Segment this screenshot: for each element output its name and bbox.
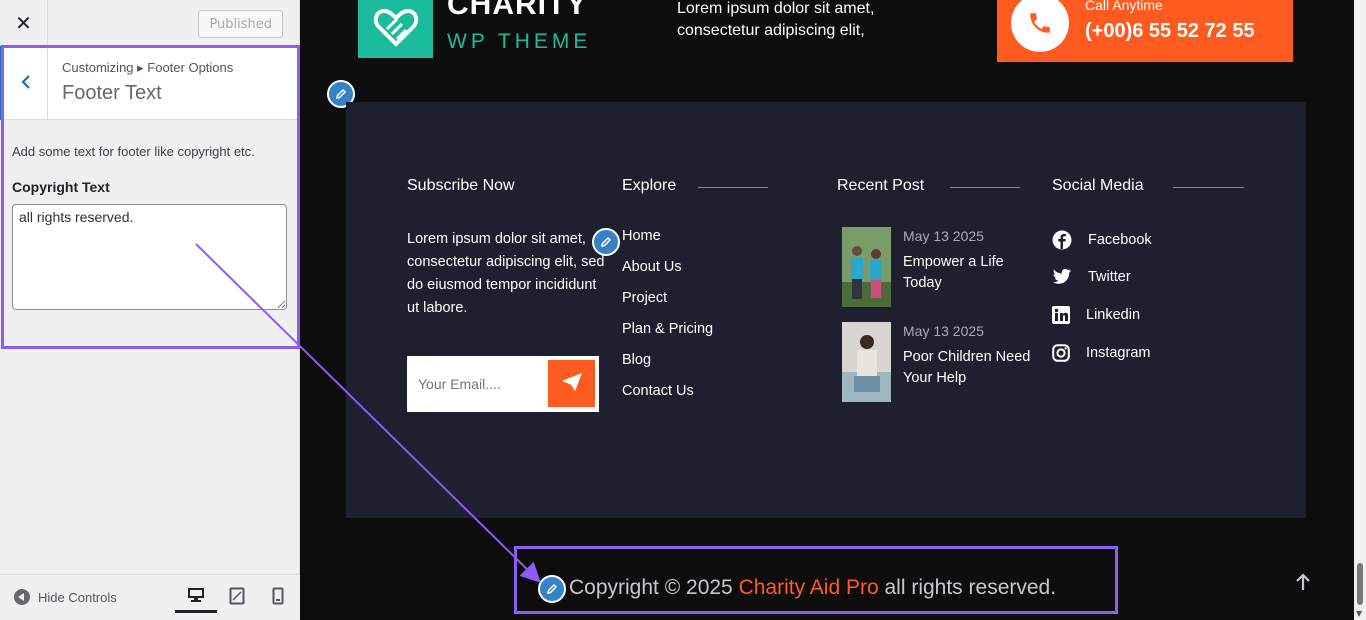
post-thumbnail[interactable]	[842, 227, 891, 307]
explore-title-rule	[698, 187, 768, 188]
email-input[interactable]	[407, 356, 547, 412]
copyright-prefix: Copyright © 2025	[569, 576, 733, 599]
explore-title: Explore	[622, 177, 677, 194]
customizer-panel: ✕ Published Customizing ▸ Footer Options…	[0, 0, 300, 620]
call-number: (+00)6 55 52 72 55	[1085, 20, 1255, 42]
social-label: Linkedin	[1086, 307, 1141, 323]
social-media-title: Social Media	[1052, 177, 1144, 194]
paper-plane-icon	[561, 372, 582, 395]
linkedin-icon	[1052, 306, 1070, 324]
social-label: Facebook	[1088, 232, 1152, 248]
arrow-up-icon	[1295, 572, 1311, 597]
social-label: Instagram	[1086, 345, 1151, 361]
subscribe-form	[407, 356, 599, 412]
publish-button[interactable]: Published	[198, 10, 283, 38]
pencil-icon	[335, 85, 347, 104]
section-header: Customizing ▸ Footer Options Footer Text	[0, 46, 299, 120]
recent-post-title-rule	[950, 187, 1020, 188]
footer-link-blog[interactable]: Blog	[622, 352, 651, 368]
phone-icon	[1011, 0, 1069, 52]
preview-scrollbar[interactable]: ▼	[1354, 0, 1366, 620]
pencil-icon	[546, 580, 558, 599]
tablet-icon	[229, 587, 245, 609]
social-label: Twitter	[1088, 269, 1131, 285]
scrollbar-thumb[interactable]	[1357, 563, 1363, 605]
back-button[interactable]	[0, 46, 48, 120]
twitter-icon	[1052, 268, 1072, 286]
subscribe-text: Lorem ipsum dolor sit amet, consectetur …	[407, 231, 605, 316]
header-text: Lorem ipsum dolor sit amet, consectetur …	[677, 0, 875, 39]
call-label: Call Anytime	[1085, 0, 1163, 13]
device-desktop-button[interactable]	[175, 583, 217, 613]
device-mobile-button[interactable]	[257, 583, 299, 613]
section-description: Add some text for footer like copyright …	[12, 144, 255, 159]
social-link-twitter[interactable]: Twitter	[1052, 268, 1131, 286]
footer-link-about[interactable]: About Us	[622, 259, 682, 275]
desktop-icon	[187, 587, 205, 607]
close-button[interactable]: ✕	[0, 0, 48, 46]
social-link-facebook[interactable]: Facebook	[1052, 230, 1152, 250]
instagram-icon	[1052, 344, 1070, 362]
customizer-header: ✕ Published	[0, 0, 299, 46]
footer-link-contact[interactable]: Contact Us	[622, 383, 694, 399]
breadcrumb: Customizing ▸ Footer Options	[62, 60, 234, 75]
post-thumbnail[interactable]	[842, 322, 891, 402]
copyright-text-field[interactable]: all rights reserved.	[12, 204, 287, 310]
footer-link-pricing[interactable]: Plan & Pricing	[622, 321, 713, 337]
logo-subtitle: WP THEME	[447, 30, 592, 53]
edit-shortcut-button[interactable]	[538, 575, 566, 603]
footer-widgets: Subscribe Now Lorem ipsum dolor sit amet…	[346, 102, 1306, 518]
logo-title: CHARITY	[447, 0, 588, 21]
collapse-icon	[14, 589, 30, 605]
customizer-footer: Hide Controls	[0, 574, 300, 620]
copyright-suffix: all rights reserved.	[884, 576, 1057, 599]
send-button[interactable]	[548, 360, 595, 407]
post-date: May 13 2025	[903, 228, 984, 244]
subscribe-title: Subscribe Now	[407, 177, 515, 194]
social-link-instagram[interactable]: Instagram	[1052, 344, 1150, 362]
footer-link-home[interactable]: Home	[622, 228, 661, 244]
pencil-icon	[600, 233, 612, 252]
device-tablet-button[interactable]	[216, 583, 258, 613]
section-title: Footer Text	[62, 82, 162, 104]
post-date: May 13 2025	[903, 323, 984, 339]
social-media-title-rule	[1173, 187, 1244, 188]
hide-controls-button[interactable]: Hide Controls	[14, 589, 117, 605]
scroll-to-top-button[interactable]	[1295, 572, 1311, 597]
facebook-icon	[1052, 230, 1072, 250]
call-box[interactable]: Call Anytime (+00)6 55 52 72 55	[997, 0, 1293, 62]
heart-hands-icon	[373, 7, 419, 51]
logo[interactable]	[358, 0, 433, 58]
hide-controls-label: Hide Controls	[38, 589, 117, 605]
close-icon: ✕	[15, 11, 32, 35]
footer-link-project[interactable]: Project	[622, 290, 667, 306]
recent-post-title: Recent Post	[837, 177, 925, 194]
copyright-brand-link[interactable]: Charity Aid Pro	[739, 576, 879, 599]
mobile-icon	[272, 587, 284, 609]
copyright-text-label: Copyright Text	[12, 179, 110, 195]
scroll-down-icon[interactable]: ▼	[1356, 609, 1362, 618]
edit-shortcut-button[interactable]	[592, 228, 620, 256]
chevron-left-icon	[20, 71, 32, 96]
site-preview: CHARITY WP THEME Lorem ipsum dolor sit a…	[300, 0, 1354, 620]
post-title[interactable]: Poor Children Need Your Help	[903, 347, 1033, 389]
post-title[interactable]: Empower a Life Today	[903, 252, 1033, 294]
social-link-linkedin[interactable]: Linkedin	[1052, 306, 1140, 324]
copyright-text: Copyright © 2025 Charity Aid Pro all rig…	[569, 576, 1056, 600]
